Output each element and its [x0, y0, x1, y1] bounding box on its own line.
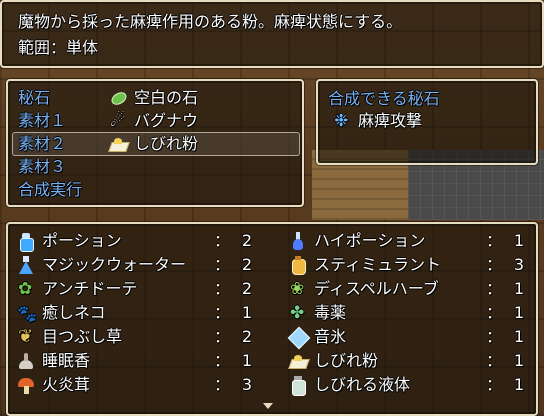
item-count: 1	[513, 375, 524, 394]
item-count: 1	[513, 303, 524, 322]
sleep-incense-icon	[16, 351, 36, 371]
item-row[interactable]: しびれる液体 ： 1	[288, 373, 524, 397]
synthesis-command-window: 秘石 素材１ 素材２ 素材３ 合成実行 空白の石 バグナウ しびれ粉	[6, 79, 304, 207]
item-count: 2	[241, 327, 252, 346]
result-item-label: 麻痺攻撃	[358, 111, 423, 130]
item-colon: ：	[485, 303, 502, 322]
item-colon: ：	[485, 279, 502, 298]
blank-stone-icon	[108, 88, 128, 108]
item-row[interactable]: アンチドーテ ： 2	[16, 277, 252, 301]
result-item: 麻痺攻撃	[332, 109, 422, 133]
potion-icon	[16, 231, 36, 252]
item-colon: ：	[485, 351, 502, 370]
scroll-down-arrow-icon[interactable]	[263, 403, 273, 409]
item-count: 2	[241, 255, 252, 274]
item-row[interactable]: 火炎茸 ： 3	[16, 373, 252, 397]
item-count: 1	[241, 351, 252, 370]
item-name: ポーション	[42, 231, 122, 250]
item-colon: ：	[213, 375, 230, 394]
command-material-2[interactable]: 素材２	[18, 132, 66, 156]
item-name: スティミュラント	[314, 255, 442, 274]
healing-cat-icon	[16, 302, 37, 326]
item-colon: ：	[213, 279, 230, 298]
slot-material-2: しびれ粉	[108, 132, 198, 156]
slot-material-2-label: しびれ粉	[134, 134, 199, 153]
command-secret-stone[interactable]: 秘石	[18, 86, 50, 110]
item-name: ハイポーション	[314, 231, 426, 250]
item-row[interactable]: ポーション ： 2	[16, 229, 252, 253]
item-row[interactable]: 睡眠香 ： 1	[16, 349, 252, 373]
item-row[interactable]: マジックウォーター ： 2	[16, 253, 252, 277]
item-colon: ：	[485, 231, 502, 250]
paralysis-powder-icon	[108, 134, 128, 154]
item-name: 睡眠香	[42, 351, 91, 370]
dispel-herb-icon	[288, 277, 308, 301]
hi-potion-icon	[288, 231, 308, 251]
slot-material-1-label: バグナウ	[134, 111, 199, 130]
item-colon: ：	[485, 327, 502, 346]
item-name: 火炎茸	[42, 375, 91, 394]
help-description: 魔物から採った麻痺作用のある粉。麻痺状態にする。	[18, 12, 403, 31]
item-colon: ：	[213, 351, 230, 370]
item-count: 3	[513, 255, 524, 274]
item-count: 1	[241, 303, 252, 322]
item-colon: ：	[213, 303, 230, 322]
item-count: 1	[513, 279, 524, 298]
item-count: 1	[513, 351, 524, 370]
item-colon: ：	[485, 375, 502, 394]
item-name: 音氷	[314, 327, 347, 346]
item-list-window: ポーション ： 2 マジックウォーター ： 2 アンチドーテ ： 2 癒しネコ ： 1 目つぶし草 ： 2 睡…	[6, 222, 538, 416]
item-colon: ：	[213, 327, 230, 346]
command-material-1[interactable]: 素材１	[18, 109, 66, 133]
item-name: アンチドーテ	[42, 279, 138, 298]
slot-material-1: バグナウ	[108, 109, 198, 133]
poison-herb-icon	[288, 301, 308, 325]
help-window: 魔物から採った麻痺作用のある粉。麻痺状態にする。 範囲：単体	[0, 0, 544, 68]
fire-mushroom-icon	[16, 375, 36, 395]
item-row[interactable]: ディスペルハーブ ： 1	[288, 277, 524, 301]
paralysis-attack-icon	[332, 109, 352, 133]
sound-ice-icon	[288, 327, 308, 347]
item-count: 3	[241, 375, 252, 394]
item-count: 2	[241, 231, 252, 250]
eye-drop-herb-icon	[16, 325, 36, 349]
bagh-nakh-icon	[108, 109, 128, 133]
item-row[interactable]: 癒しネコ ： 1	[16, 301, 252, 326]
slot-secret-stone: 空白の石	[108, 86, 198, 110]
slot-secret-stone-label: 空白の石	[134, 88, 199, 107]
item-row[interactable]: 音氷 ： 1	[288, 325, 524, 349]
magic-water-icon	[16, 255, 36, 275]
result-window: 合成できる秘石 麻痺攻撃	[316, 79, 538, 165]
paralysis-powder-icon	[288, 351, 308, 371]
stimulant-icon	[288, 255, 308, 275]
item-colon: ：	[213, 231, 230, 250]
item-colon: ：	[485, 255, 502, 274]
result-title: 合成できる秘石	[328, 89, 440, 108]
command-execute-synthesis[interactable]: 合成実行	[18, 178, 82, 202]
item-row[interactable]: 毒薬 ： 1	[288, 301, 524, 325]
item-row[interactable]: ハイポーション ： 1	[288, 229, 524, 253]
paralysis-liquid-icon	[288, 375, 308, 396]
item-name: しびれる液体	[314, 375, 411, 394]
item-count: 1	[513, 327, 524, 346]
antidote-icon	[16, 277, 36, 301]
item-row[interactable]: 目つぶし草 ： 2	[16, 325, 252, 349]
item-name: 毒薬	[314, 303, 347, 322]
item-name: マジックウォーター	[42, 255, 187, 274]
item-count: 1	[513, 231, 524, 250]
item-row[interactable]: しびれ粉 ： 1	[288, 349, 524, 373]
item-colon: ：	[213, 255, 230, 274]
item-name: 目つぶし草	[42, 327, 123, 346]
command-material-3[interactable]: 素材３	[18, 155, 66, 179]
item-row[interactable]: スティミュラント ： 3	[288, 253, 524, 277]
help-range: 範囲：単体	[18, 38, 99, 57]
item-name: しびれ粉	[314, 351, 379, 370]
item-count: 2	[241, 279, 252, 298]
item-name: ディスペルハーブ	[314, 279, 439, 298]
item-name: 癒しネコ	[42, 303, 106, 322]
